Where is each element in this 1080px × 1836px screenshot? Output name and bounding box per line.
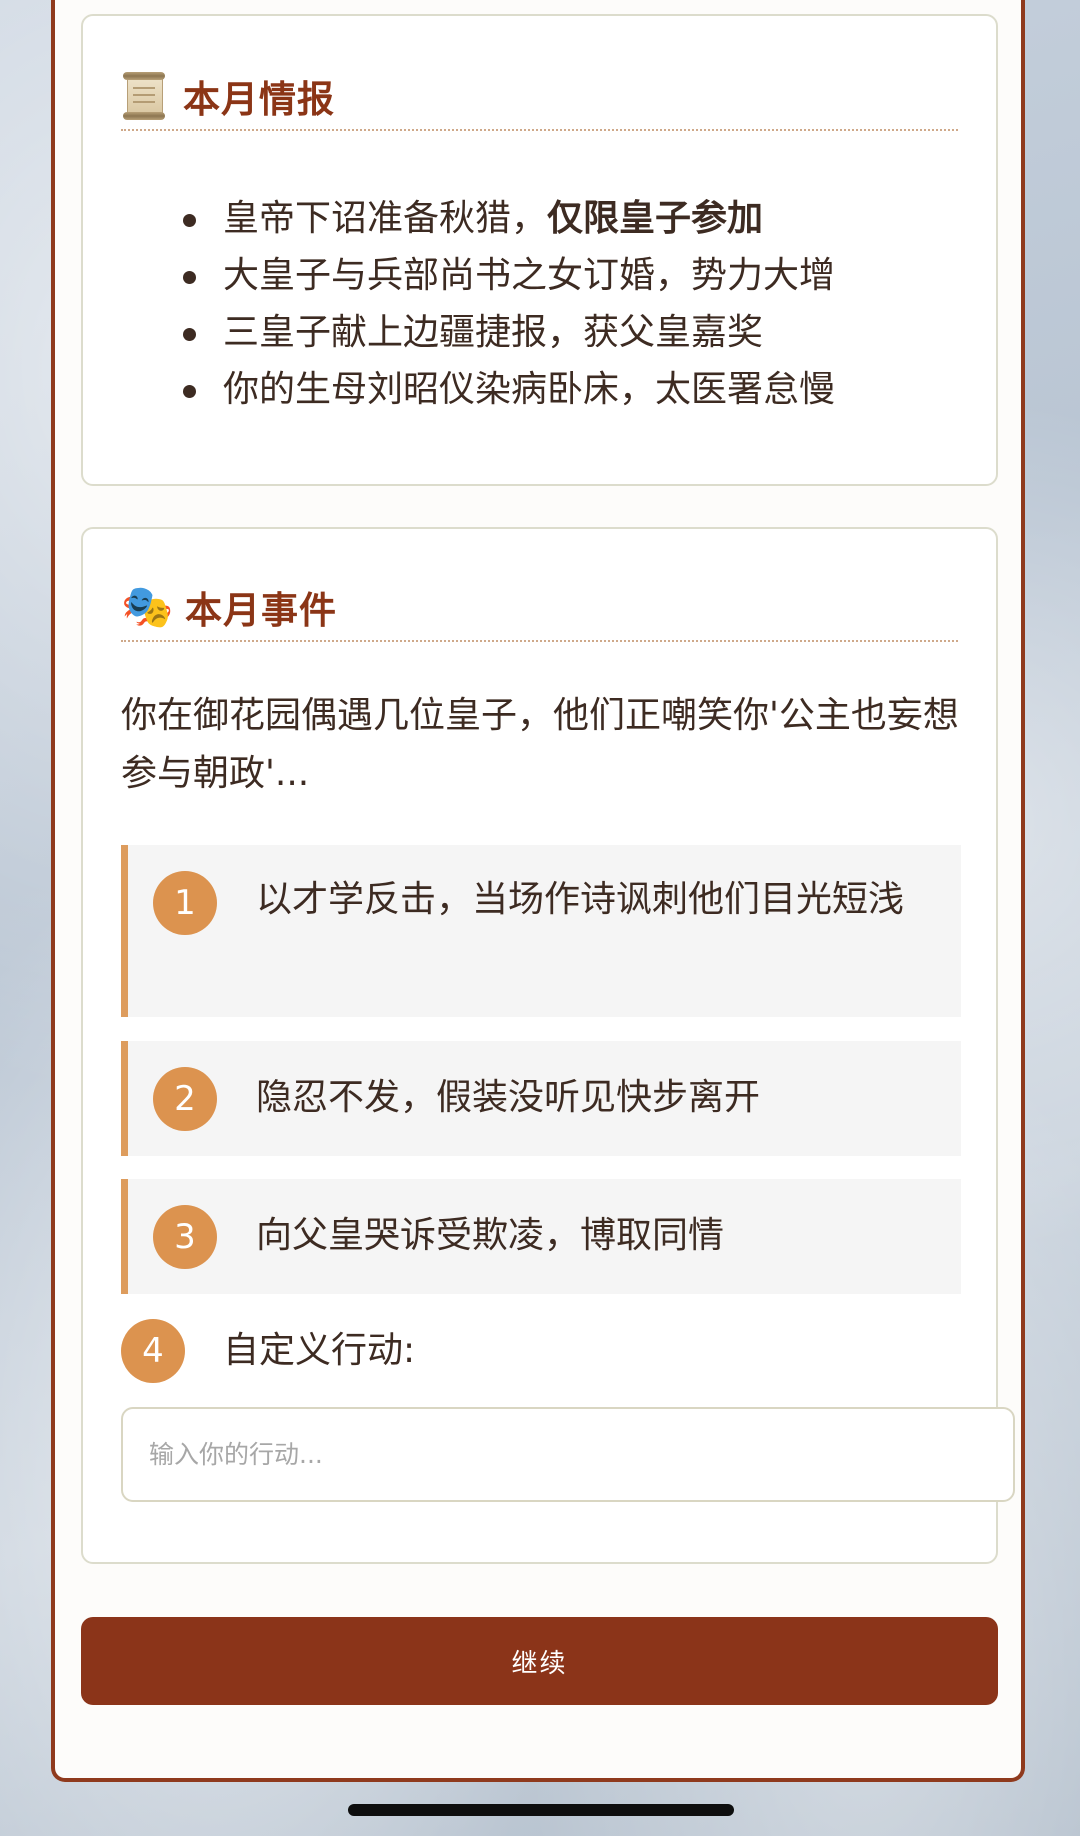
bullet xyxy=(183,271,196,284)
option-label: 隐忍不发，假装没听见快步离开 xyxy=(256,1077,761,1118)
list-item: 三皇子献上边疆捷报，获父皇嘉奖 xyxy=(183,304,835,361)
event-card: 🎭 本月事件 你在御花园偶遇几位皇子，他们正嘲笑你'公主也妄想参与朝政'... … xyxy=(81,527,1015,1564)
option-3[interactable]: 3 向父皇哭诉受欺凌，博取同情 xyxy=(121,1179,961,1294)
event-card-header: 🎭 本月事件 xyxy=(121,574,958,642)
option-2[interactable]: 2 隐忍不发，假装没听见快步离开 xyxy=(121,1041,961,1156)
bullet xyxy=(183,385,196,398)
option-label: 以才学反击，当场作诗讽刺他们目光短浅 xyxy=(256,879,905,920)
custom-action-input[interactable] xyxy=(121,1407,1015,1502)
bullet xyxy=(183,214,196,227)
intel-list: 皇帝下诏准备秋猎，仅限皇子参加 大皇子与兵部尚书之女订婚，势力大增 三皇子献上边… xyxy=(183,190,835,418)
option-number-badge: 4 xyxy=(121,1319,185,1383)
option-number-badge: 2 xyxy=(153,1067,217,1131)
list-item: 皇帝下诏准备秋猎，仅限皇子参加 xyxy=(183,190,835,247)
event-title: 本月事件 xyxy=(185,589,337,632)
list-item: 你的生母刘昭仪染病卧床，太医署怠慢 xyxy=(183,361,835,418)
scroll-icon xyxy=(121,71,167,121)
event-description: 你在御花园偶遇几位皇子，他们正嘲笑你'公主也妄想参与朝政'... xyxy=(121,695,959,794)
custom-action-row: 4 自定义行动: xyxy=(121,1319,721,1383)
bullet xyxy=(183,328,196,341)
continue-button[interactable]: 继续 xyxy=(81,1617,998,1705)
intel-highlight: 仅限皇子参加 xyxy=(547,198,764,239)
option-number-badge: 3 xyxy=(153,1205,217,1269)
custom-action-label: 自定义行动: xyxy=(223,1330,416,1371)
intel-card: 本月情报 皇帝下诏准备秋猎，仅限皇子参加 大皇子与兵部尚书之女订婚，势力大增 三… xyxy=(81,14,998,486)
intel-title: 本月情报 xyxy=(183,78,335,121)
option-1[interactable]: 1 以才学反击，当场作诗讽刺他们目光短浅 xyxy=(121,845,961,1017)
home-indicator[interactable] xyxy=(348,1804,734,1816)
performing-arts-icon: 🎭 xyxy=(121,582,174,631)
option-label: 向父皇哭诉受欺凌，博取同情 xyxy=(256,1215,725,1256)
list-item: 大皇子与兵部尚书之女订婚，势力大增 xyxy=(183,247,835,304)
intel-card-header: 本月情报 xyxy=(121,63,958,131)
